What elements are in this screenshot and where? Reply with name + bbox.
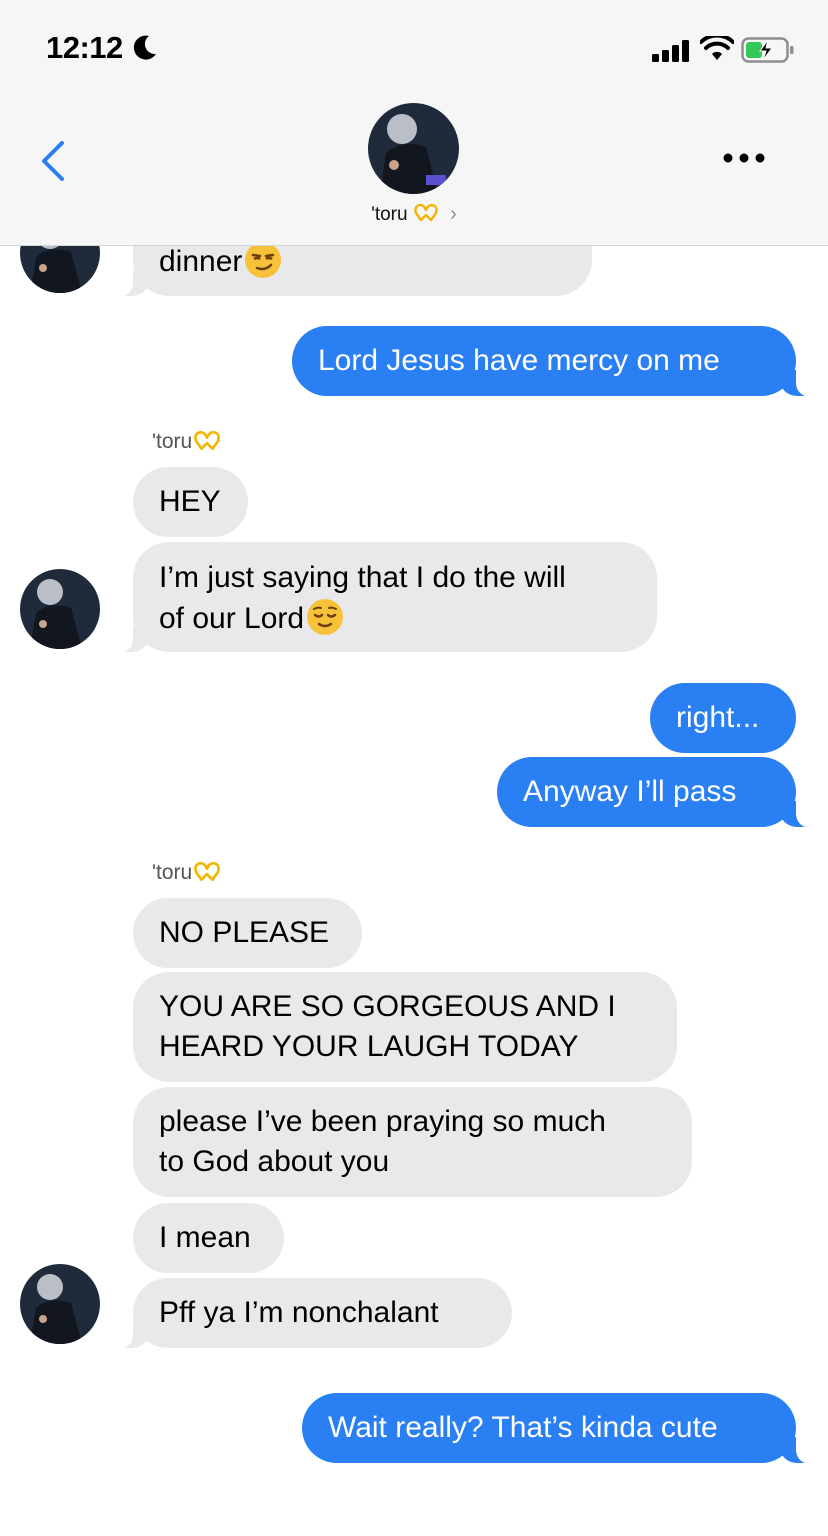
relieved-emoji: [307, 599, 344, 635]
battery-charging-icon: [741, 37, 794, 63]
wifi-icon: [700, 36, 734, 60]
message-bubble-incoming[interactable]: NO PLEASE: [133, 898, 362, 968]
heart-hands-emoji: [194, 861, 221, 882]
heart-hands-emoji: [194, 430, 221, 451]
back-chevron-icon[interactable]: [38, 140, 68, 182]
conversation-header: 12:12 'toru ›: [0, 0, 828, 246]
message-bubble-incoming[interactable]: I’m just saying that I do the will of ou…: [109, 542, 657, 653]
contact-avatar-small: [20, 569, 100, 649]
sender-name-label: 'toru: [152, 861, 222, 885]
message-bubble-outgoing[interactable]: Anyway I’ll pass: [497, 757, 820, 828]
message-bubble-outgoing[interactable]: Wait really? That’s kinda cute: [302, 1393, 820, 1464]
message-bubble-outgoing[interactable]: right...: [650, 683, 796, 753]
contact-chevron-icon: ›: [450, 203, 457, 225]
status-time: 12:12: [46, 30, 123, 65]
message-bubble-incoming[interactable]: YOU ARE SO GORGEOUS AND I HEARD YOUR LAU…: [133, 972, 677, 1082]
contact-avatar-small: [20, 1264, 100, 1344]
contact-name-button[interactable]: 'toru ›: [0, 203, 828, 226]
sender-name-label: 'toru: [152, 430, 222, 454]
more-icon[interactable]: [722, 152, 766, 164]
moon-icon: [133, 35, 156, 60]
smirk-emoji: [245, 242, 282, 278]
signal-icon: [652, 40, 689, 62]
message-bubble-incoming[interactable]: please I’ve been praying so much to God …: [133, 1087, 692, 1197]
message-bubble-incoming[interactable]: I mean: [133, 1203, 284, 1273]
message-bubble-outgoing[interactable]: Lord Jesus have mercy on me: [292, 326, 820, 397]
contact-avatar[interactable]: [368, 103, 459, 194]
message-bubble-incoming[interactable]: Pff ya I’m nonchalant: [109, 1278, 512, 1349]
message-bubble-incoming[interactable]: HEY: [133, 467, 248, 537]
contact-name: 'toru: [371, 204, 408, 225]
heart-hands-emoji: [414, 203, 438, 222]
